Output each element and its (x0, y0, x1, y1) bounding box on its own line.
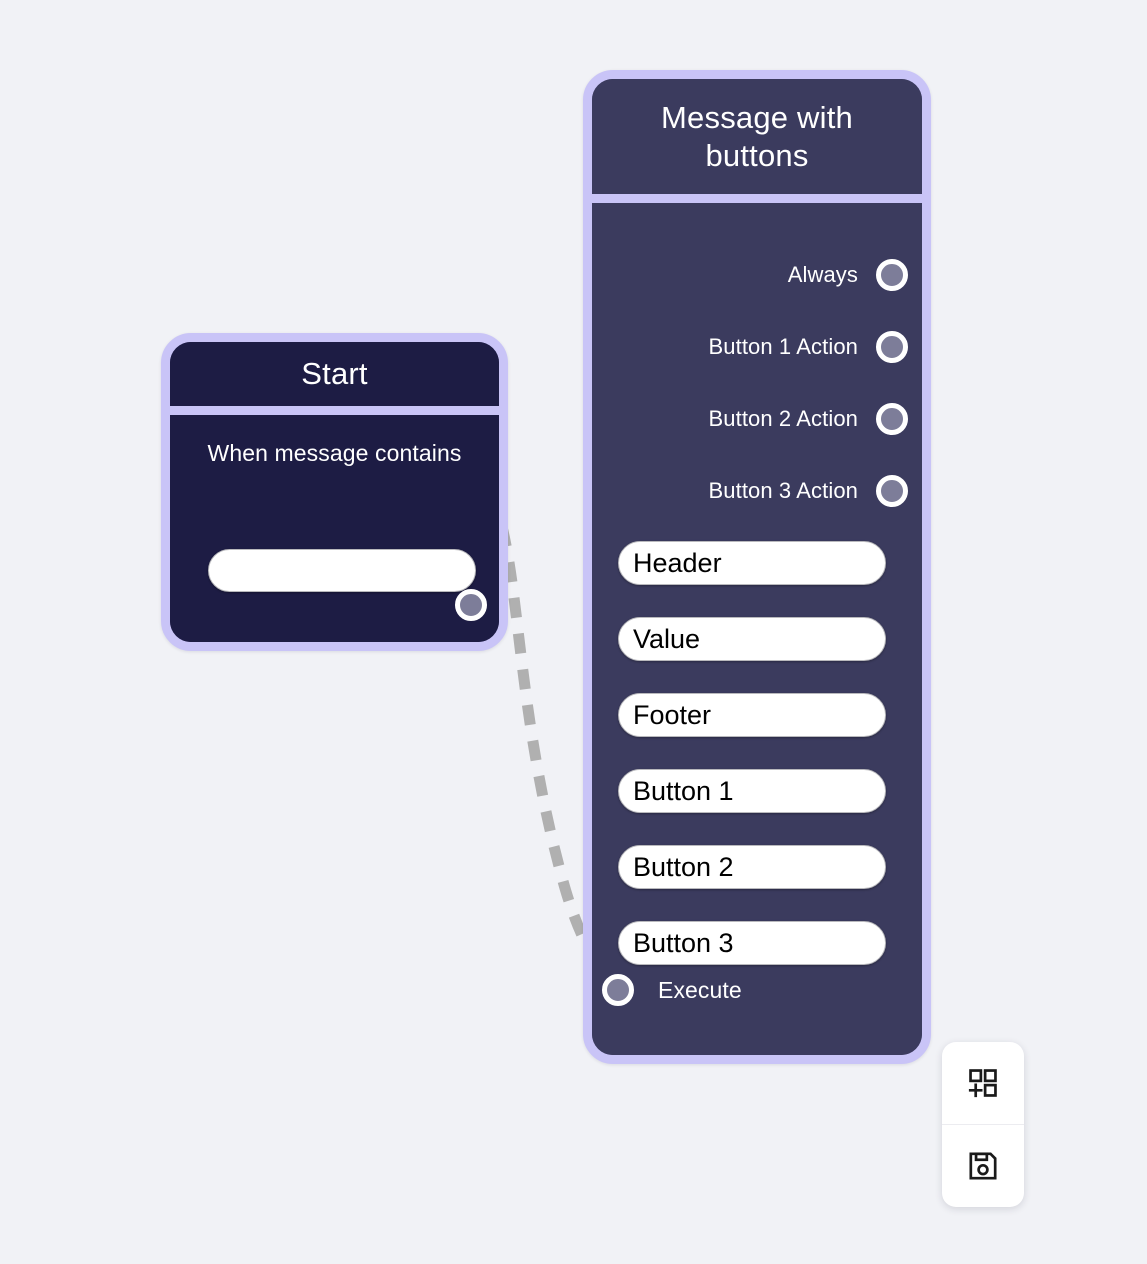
output-label-button-1-action: Button 1 Action (708, 334, 858, 359)
flow-canvas[interactable]: Start When message contains Message with… (0, 0, 1147, 1264)
output-row-button-2-action[interactable]: Button 2 Action (708, 403, 908, 435)
field-button-3[interactable]: Button 3 (618, 921, 886, 965)
output-handle-button-1-action[interactable] (876, 331, 908, 363)
output-row-button-1-action[interactable]: Button 1 Action (708, 331, 908, 363)
output-label-always: Always (787, 262, 858, 287)
node-message-with-buttons[interactable]: Message with buttons Always Button 1 Act… (583, 70, 931, 1064)
field-value[interactable]: Value (618, 617, 886, 661)
node-message-body: Always Button 1 Action Button 2 Action B… (592, 203, 922, 1055)
canvas-toolbar[interactable] (942, 1042, 1024, 1207)
field-button-2[interactable]: Button 2 (618, 845, 886, 889)
output-handle-button-3-action[interactable] (876, 475, 908, 507)
output-label-button-3-action: Button 3 Action (708, 478, 858, 503)
output-handle-always[interactable] (876, 259, 908, 291)
node-start-title: Start (170, 342, 499, 406)
start-condition-label: When message contains (207, 440, 462, 466)
node-start-divider (170, 406, 499, 415)
node-message-divider (592, 194, 922, 203)
start-output-handle[interactable] (455, 589, 487, 621)
node-start-body: When message contains (170, 415, 499, 642)
execute-row[interactable]: Execute (602, 974, 742, 1006)
add-module-icon (966, 1066, 1000, 1100)
save-button[interactable] (942, 1124, 1024, 1207)
start-text-input[interactable] (208, 549, 476, 592)
output-label-button-2-action: Button 2 Action (708, 406, 858, 431)
execute-label: Execute (658, 976, 742, 1003)
node-message-title: Message with buttons (592, 79, 922, 194)
output-row-button-3-action[interactable]: Button 3 Action (708, 475, 908, 507)
save-floppy-icon (966, 1149, 1000, 1183)
node-start[interactable]: Start When message contains (161, 333, 508, 651)
field-header[interactable]: Header (618, 541, 886, 585)
output-handle-button-2-action[interactable] (876, 403, 908, 435)
execute-input-handle[interactable] (602, 974, 634, 1006)
add-node-button[interactable] (942, 1042, 1024, 1124)
output-row-always[interactable]: Always (788, 259, 908, 291)
field-button-1[interactable]: Button 1 (618, 769, 886, 813)
field-footer[interactable]: Footer (618, 693, 886, 737)
